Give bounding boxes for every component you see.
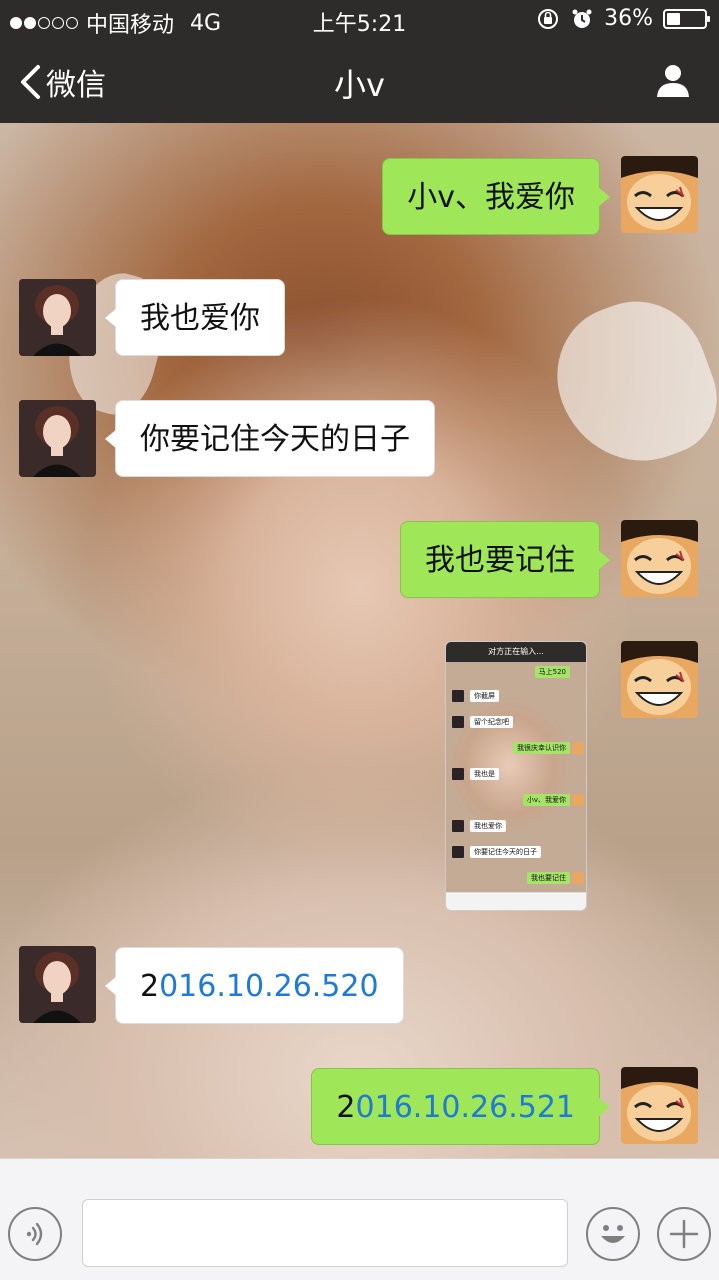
message-text: 你要记住今天的日子 xyxy=(140,422,410,457)
mini-bubble: 马上520 xyxy=(534,666,570,678)
message-input[interactable] xyxy=(82,1199,568,1267)
mini-bubble: 我也是 xyxy=(470,768,499,780)
mini-nav-title: 对方正在输入... xyxy=(446,642,586,662)
message-text: 我也爱你 xyxy=(140,301,260,336)
message-bubble-sent[interactable]: 小v、我爱你 xyxy=(382,158,610,235)
contact-photo-icon xyxy=(19,946,96,1023)
message-text-prefix: 2 xyxy=(336,1090,356,1125)
message-bubble-sent[interactable]: 我也要记住 xyxy=(400,521,610,598)
image-message-screenshot[interactable]: 对方正在输入... 马上520 你截屏 留个纪念吧 我很庆幸认识你 我也是 小v… xyxy=(445,641,587,911)
my-avatar[interactable] xyxy=(621,641,698,718)
mini-bubble: 留个纪念吧 xyxy=(470,716,513,728)
battery-percent: 36% xyxy=(604,6,653,31)
navigation-bar: 微信 小v xyxy=(0,40,719,123)
contact-avatar[interactable] xyxy=(19,400,96,477)
mini-bubble: 你截屏 xyxy=(470,690,499,702)
luffy-avatar-icon xyxy=(621,156,698,233)
date-link[interactable]: 016.10.26.521 xyxy=(356,1090,575,1125)
battery-icon xyxy=(663,8,710,29)
my-avatar[interactable] xyxy=(621,1067,698,1144)
emoji-button[interactable] xyxy=(586,1207,640,1261)
message-bubble-sent[interactable]: 2016.10.26.521 xyxy=(311,1068,610,1145)
voice-input-button[interactable] xyxy=(8,1207,62,1261)
mini-bubble: 我很庆幸认识你 xyxy=(513,742,570,754)
mini-bubble: 小v、我爱你 xyxy=(522,794,570,806)
message-text: 小v、我爱你 xyxy=(407,180,575,215)
chat-input-bar xyxy=(0,1158,719,1280)
alarm-icon xyxy=(572,9,592,28)
message-bubble-received[interactable]: 我也爱你 xyxy=(105,279,285,356)
mini-chat-body: 马上520 你截屏 留个纪念吧 我很庆幸认识你 我也是 小v、我爱你 我也爱你 … xyxy=(446,662,586,892)
mini-input-bar xyxy=(446,892,586,910)
chat-title: 小v xyxy=(334,66,385,104)
my-avatar[interactable] xyxy=(621,520,698,597)
message-text-prefix: 2 xyxy=(140,969,160,1004)
chat-area[interactable]: 小v、我爱你 我也爱你 你要记住今天的日子 我也要记住 对方正在输入... 马上… xyxy=(0,123,719,1158)
contact-photo-icon xyxy=(19,400,96,477)
plus-icon xyxy=(669,1219,699,1249)
mini-bubble: 我也爱你 xyxy=(470,820,506,832)
message-text: 我也要记住 xyxy=(425,543,575,578)
contact-profile-icon[interactable] xyxy=(655,62,691,98)
rotation-lock-icon xyxy=(538,8,559,29)
date-link[interactable]: 016.10.26.520 xyxy=(159,969,378,1004)
contact-avatar[interactable] xyxy=(19,279,96,356)
my-avatar[interactable] xyxy=(621,156,698,233)
contact-photo-icon xyxy=(19,279,96,356)
message-bubble-received[interactable]: 你要记住今天的日子 xyxy=(105,400,435,477)
status-bar: 中国移动 4G 上午5:21 36% xyxy=(0,0,719,40)
luffy-avatar-icon xyxy=(621,641,698,718)
wallpaper-butterfly-decoration xyxy=(537,282,719,484)
mini-bubble: 我也要记住 xyxy=(527,872,570,884)
message-bubble-received[interactable]: 2016.10.26.520 xyxy=(105,947,404,1024)
voice-wave-icon xyxy=(26,1222,43,1246)
smiley-icon xyxy=(601,1225,625,1243)
contact-avatar[interactable] xyxy=(19,946,96,1023)
luffy-avatar-icon xyxy=(621,1067,698,1144)
luffy-avatar-icon xyxy=(621,520,698,597)
mini-bubble: 你要记住今天的日子 xyxy=(470,846,541,858)
more-actions-button[interactable] xyxy=(657,1207,711,1261)
